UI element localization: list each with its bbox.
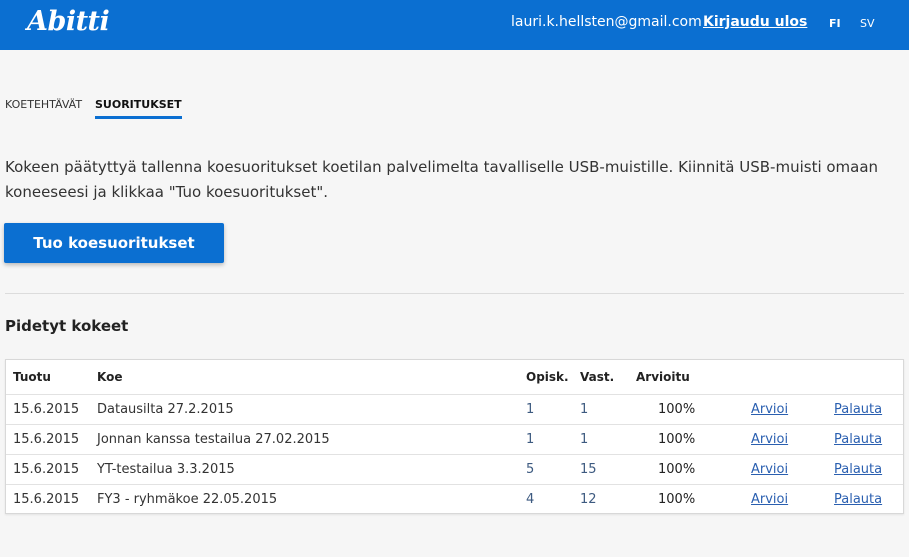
- language-sv-link[interactable]: SV: [860, 17, 875, 30]
- return-link[interactable]: Palauta: [834, 462, 882, 477]
- return-link[interactable]: Palauta: [834, 432, 882, 447]
- tab-suoritukset[interactable]: SUORITUKSET: [95, 98, 182, 119]
- cell-students: 1: [526, 402, 535, 417]
- cell-answers: 15: [580, 462, 597, 477]
- top-bar: Abitti lauri.k.hellsten@gmail.com Kirjau…: [0, 0, 909, 50]
- divider: [5, 293, 904, 294]
- tab-koetehtavat[interactable]: KOETEHTÄVÄT: [5, 98, 82, 111]
- import-submissions-button[interactable]: Tuo koesuoritukset: [4, 223, 224, 263]
- header-answers: Vast.: [580, 370, 615, 384]
- table-header-row: Tuotu Koe Opisk. Vast. Arvioitu: [6, 360, 903, 394]
- abitti-logo[interactable]: Abitti: [27, 6, 110, 37]
- cell-graded: 100%: [658, 432, 696, 447]
- cell-students: 4: [526, 492, 535, 507]
- cell-imported: 15.6.2015: [13, 462, 80, 477]
- cell-students: 5: [526, 462, 535, 477]
- grade-link[interactable]: Arvioi: [751, 402, 788, 417]
- cell-answers: 1: [580, 402, 589, 417]
- header-graded: Arvioitu: [636, 370, 690, 384]
- section-title: Pidetyt kokeet: [5, 317, 129, 335]
- return-link[interactable]: Palauta: [834, 492, 882, 507]
- grade-link[interactable]: Arvioi: [751, 432, 788, 447]
- cell-graded: 100%: [658, 492, 696, 507]
- cell-students: 1: [526, 432, 535, 447]
- exams-table: Tuotu Koe Opisk. Vast. Arvioitu 15.6.201…: [5, 359, 904, 514]
- language-fi-link[interactable]: FI: [829, 17, 841, 30]
- cell-exam: FY3 - ryhmäkoe 22.05.2015: [97, 492, 278, 507]
- cell-answers: 1: [580, 432, 589, 447]
- header-imported: Tuotu: [13, 370, 51, 384]
- grade-link[interactable]: Arvioi: [751, 492, 788, 507]
- cell-imported: 15.6.2015: [13, 432, 80, 447]
- header-exam: Koe: [97, 370, 123, 384]
- cell-imported: 15.6.2015: [13, 492, 80, 507]
- cell-exam: Datausilta 27.2.2015: [97, 402, 234, 417]
- cell-answers: 12: [580, 492, 597, 507]
- user-email: lauri.k.hellsten@gmail.com: [511, 14, 702, 30]
- return-link[interactable]: Palauta: [834, 402, 882, 417]
- intro-text: Kokeen päätyttyä tallenna koesuoritukset…: [5, 158, 879, 201]
- table-row: 15.6.2015 Datausilta 27.2.2015 1 1 100% …: [6, 394, 903, 424]
- cell-exam: Jonnan kanssa testailua 27.02.2015: [97, 432, 330, 447]
- logout-link[interactable]: Kirjaudu ulos: [703, 14, 807, 30]
- cell-exam: YT-testailua 3.3.2015: [97, 462, 235, 477]
- table-row: 15.6.2015 YT-testailua 3.3.2015 5 15 100…: [6, 454, 903, 484]
- cell-graded: 100%: [658, 402, 696, 417]
- table-row: 15.6.2015 FY3 - ryhmäkoe 22.05.2015 4 12…: [6, 484, 903, 514]
- grade-link[interactable]: Arvioi: [751, 462, 788, 477]
- cell-imported: 15.6.2015: [13, 402, 80, 417]
- header-students: Opisk.: [526, 370, 569, 384]
- table-row: 15.6.2015 Jonnan kanssa testailua 27.02.…: [6, 424, 903, 454]
- cell-graded: 100%: [658, 462, 696, 477]
